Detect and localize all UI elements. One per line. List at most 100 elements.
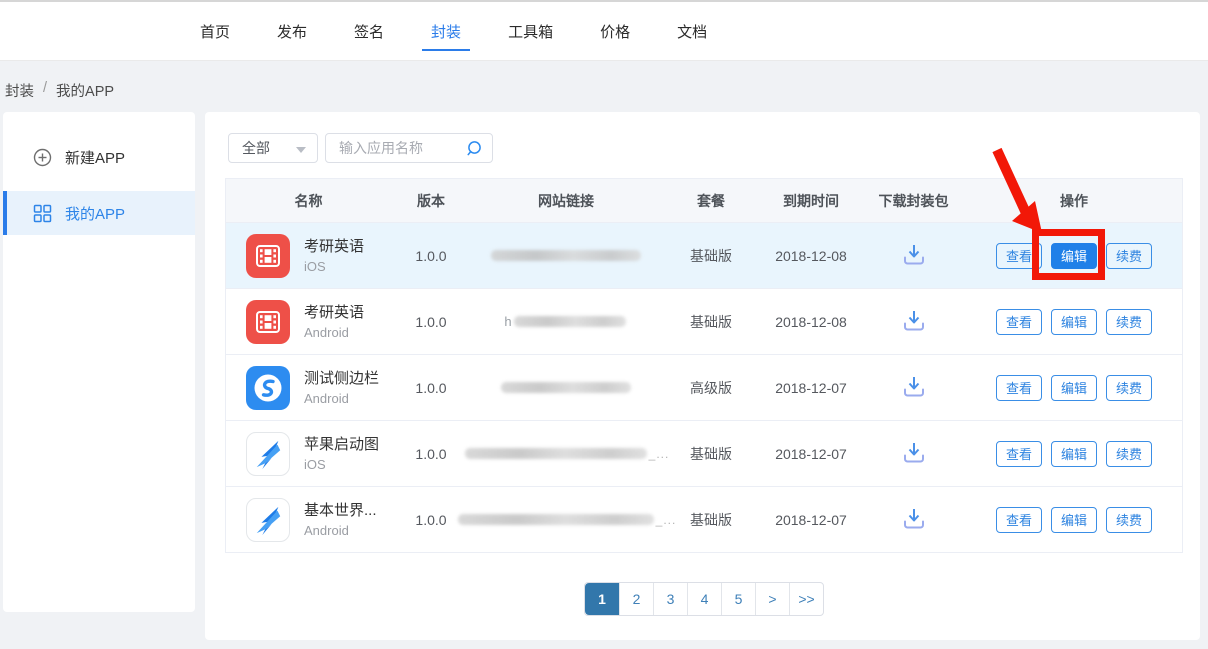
main-panel: 全部 名称版本网站链接套餐到期时间下载封装包操作 bbox=[205, 112, 1200, 640]
plan-badge: 基础版 bbox=[661, 312, 761, 332]
sidebar-item-my-app[interactable]: 我的APP bbox=[3, 191, 195, 235]
app-name: 测试侧边栏 bbox=[304, 370, 379, 388]
grid-icon bbox=[33, 204, 52, 223]
film-app-icon bbox=[246, 300, 290, 344]
app-name-cell: 基本世界... Android bbox=[226, 498, 391, 542]
expire-date: 2018-12-07 bbox=[761, 446, 861, 462]
action-button-1[interactable]: 编辑 bbox=[1051, 507, 1097, 533]
download-icon[interactable] bbox=[901, 308, 927, 336]
sidebar-item-new-app[interactable]: 新建APP bbox=[3, 135, 195, 179]
app-name-cell: 考研英语 Android bbox=[226, 300, 391, 344]
edit-button-primary[interactable]: 编辑 bbox=[1051, 243, 1097, 269]
app-name: 苹果启动图 bbox=[304, 436, 379, 454]
app-name: 考研英语 bbox=[304, 304, 364, 322]
sidebar-item-label: 新建APP bbox=[65, 147, 125, 168]
action-button-2[interactable]: 续费 bbox=[1106, 309, 1152, 335]
app-table: 名称版本网站链接套餐到期时间下载封装包操作 考研英语 iOS 1.0.0 bbox=[225, 178, 1183, 553]
top-nav: 首页发布签名封装 工具箱 价格文档 bbox=[200, 2, 707, 60]
table-row: 测试侧边栏 Android 1.0.0 高级版 2018-12-07 查看编 bbox=[226, 354, 1182, 420]
nav-item-0[interactable]: 首页 bbox=[200, 2, 230, 60]
action-button-0[interactable]: 查看 bbox=[996, 507, 1042, 533]
column-header-1: 版本 bbox=[391, 191, 471, 211]
nav-item-3[interactable]: 封装 bbox=[431, 2, 461, 60]
plan-badge: 基础版 bbox=[661, 246, 761, 266]
action-button-2[interactable]: 续费 bbox=[1106, 507, 1152, 533]
breadcrumb-item-my-app: 我的APP bbox=[56, 80, 114, 101]
app-name-lines: 苹果启动图 iOS bbox=[304, 436, 379, 472]
table-row: 考研英语 Android 1.0.0 h 基础版 2018-12-08 查看编 bbox=[226, 288, 1182, 354]
column-header-2: 网站链接 bbox=[471, 191, 661, 211]
nav-item-6[interactable]: 文档 bbox=[677, 2, 707, 60]
download-cell bbox=[861, 374, 966, 402]
swirl-app-icon bbox=[246, 366, 290, 410]
app-platform: iOS bbox=[304, 457, 379, 472]
action-button-1[interactable]: 编辑 bbox=[1051, 309, 1097, 335]
breadcrumb-item-packaging[interactable]: 封装 bbox=[5, 80, 34, 101]
website-link-cell: _... bbox=[471, 447, 661, 461]
app-version: 1.0.0 bbox=[391, 314, 471, 330]
download-icon[interactable] bbox=[901, 374, 927, 402]
action-button-0[interactable]: 查看 bbox=[996, 375, 1042, 401]
top-bar: 首页发布签名封装 工具箱 价格文档 bbox=[0, 0, 1208, 61]
page-button-5[interactable]: 5 bbox=[721, 583, 755, 615]
action-button-0[interactable]: 查看 bbox=[996, 243, 1042, 269]
search-icon[interactable] bbox=[465, 140, 483, 163]
expire-date: 2018-12-08 bbox=[761, 248, 861, 264]
expire-date: 2018-12-07 bbox=[761, 380, 861, 396]
download-icon[interactable] bbox=[901, 440, 927, 468]
bird-app-icon bbox=[246, 498, 290, 542]
sidebar-item-label: 我的APP bbox=[65, 203, 125, 224]
breadcrumb-separator: / bbox=[43, 80, 47, 101]
nav-item-4[interactable]: 工具箱 bbox=[508, 2, 553, 60]
column-header-6: 操作 bbox=[966, 191, 1182, 211]
plan-badge: 基础版 bbox=[661, 510, 761, 530]
download-icon[interactable] bbox=[901, 506, 927, 534]
search-input[interactable] bbox=[339, 134, 469, 162]
page-button-1[interactable]: 1 bbox=[585, 583, 619, 615]
table-row: 基本世界... Android 1.0.0 _... 基础版 2018-12-0… bbox=[226, 486, 1182, 552]
app-version: 1.0.0 bbox=[391, 248, 471, 264]
action-button-0[interactable]: 查看 bbox=[996, 309, 1042, 335]
action-button-1[interactable]: 编辑 bbox=[1051, 375, 1097, 401]
column-header-4: 到期时间 bbox=[761, 191, 861, 211]
table-row: 考研英语 iOS 1.0.0 基础版 2018-12-08 查看编辑续费 bbox=[226, 222, 1182, 288]
page-button->>[interactable]: >> bbox=[789, 583, 823, 615]
nav-item-2[interactable]: 签名 bbox=[354, 2, 384, 60]
filter-dropdown-value: 全部 bbox=[242, 140, 270, 156]
action-button-0[interactable]: 查看 bbox=[996, 441, 1042, 467]
column-header-3: 套餐 bbox=[661, 191, 761, 211]
page-button->[interactable]: > bbox=[755, 583, 789, 615]
actions-cell: 查看编辑续费 bbox=[966, 243, 1182, 269]
website-link-cell: h bbox=[471, 314, 661, 329]
action-button-2[interactable]: 续费 bbox=[1106, 243, 1152, 269]
app-platform: Android bbox=[304, 523, 377, 538]
app-version: 1.0.0 bbox=[391, 446, 471, 462]
filter-dropdown[interactable]: 全部 bbox=[228, 133, 318, 163]
breadcrumb: 封装 / 我的APP bbox=[5, 80, 114, 101]
app-platform: Android bbox=[304, 325, 364, 340]
table-body: 考研英语 iOS 1.0.0 基础版 2018-12-08 查看编辑续费 bbox=[226, 222, 1182, 552]
download-cell bbox=[861, 506, 966, 534]
app-name-lines: 测试侧边栏 Android bbox=[304, 370, 379, 406]
actions-cell: 查看编辑续费 bbox=[966, 441, 1182, 467]
app-name: 考研英语 bbox=[304, 238, 364, 256]
download-cell bbox=[861, 440, 966, 468]
table-header-row: 名称版本网站链接套餐到期时间下载封装包操作 bbox=[226, 179, 1182, 222]
bird-app-icon bbox=[246, 432, 290, 476]
download-cell bbox=[861, 242, 966, 270]
action-button-2[interactable]: 续费 bbox=[1106, 375, 1152, 401]
page-button-3[interactable]: 3 bbox=[653, 583, 687, 615]
page-button-2[interactable]: 2 bbox=[619, 583, 653, 615]
plan-badge: 基础版 bbox=[661, 444, 761, 464]
download-icon[interactable] bbox=[901, 242, 927, 270]
action-button-1[interactable]: 编辑 bbox=[1051, 441, 1097, 467]
app-platform: Android bbox=[304, 391, 379, 406]
action-button-2[interactable]: 续费 bbox=[1106, 441, 1152, 467]
nav-item-1[interactable]: 发布 bbox=[277, 2, 307, 60]
page-button-4[interactable]: 4 bbox=[687, 583, 721, 615]
column-header-0: 名称 bbox=[226, 191, 391, 211]
app-platform: iOS bbox=[304, 259, 364, 274]
app-name-cell: 考研英语 iOS bbox=[226, 234, 391, 278]
app-version: 1.0.0 bbox=[391, 380, 471, 396]
nav-item-5[interactable]: 价格 bbox=[600, 2, 630, 60]
